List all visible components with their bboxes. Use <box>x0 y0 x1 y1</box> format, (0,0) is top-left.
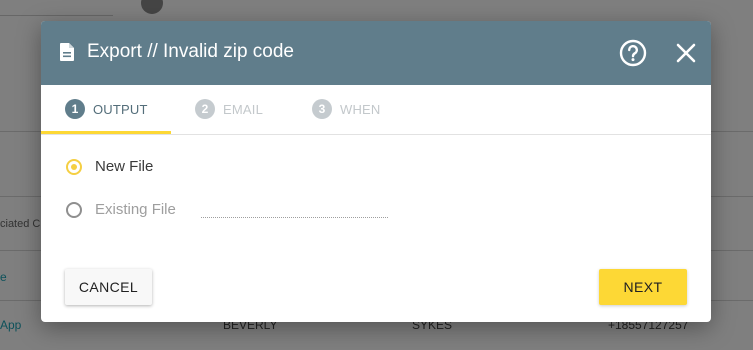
stepper: 1 OUTPUT 2 EMAIL 3 WHEN <box>41 85 711 135</box>
document-icon <box>60 43 74 66</box>
existing-file-select[interactable] <box>201 203 388 218</box>
step-when[interactable]: 3 WHEN <box>288 85 408 134</box>
step-label: OUTPUT <box>93 102 148 117</box>
step-label: EMAIL <box>223 102 264 117</box>
radio-selected-dot <box>71 164 77 170</box>
new-file-label[interactable]: New File <box>95 158 153 175</box>
close-icon[interactable] <box>674 41 698 70</box>
step-number: 1 <box>65 99 85 119</box>
help-circle-icon[interactable] <box>619 39 647 72</box>
step-output[interactable]: 1 OUTPUT <box>41 85 171 134</box>
active-step-indicator <box>41 131 171 134</box>
step-label: WHEN <box>340 102 381 117</box>
step-number: 3 <box>312 99 332 119</box>
existing-file-label[interactable]: Existing File <box>95 201 176 218</box>
dialog-header: Export // Invalid zip code <box>41 21 711 85</box>
existing-file-radio[interactable] <box>66 202 82 218</box>
new-file-radio[interactable] <box>66 159 82 175</box>
export-dialog: Export // Invalid zip code 1 OUTPUT 2 EM… <box>41 21 711 322</box>
next-button[interactable]: NEXT <box>599 269 687 305</box>
step-number: 2 <box>195 99 215 119</box>
step-email[interactable]: 2 EMAIL <box>171 85 291 134</box>
cancel-button[interactable]: CANCEL <box>65 269 152 305</box>
dialog-title: Export // Invalid zip code <box>87 41 294 62</box>
